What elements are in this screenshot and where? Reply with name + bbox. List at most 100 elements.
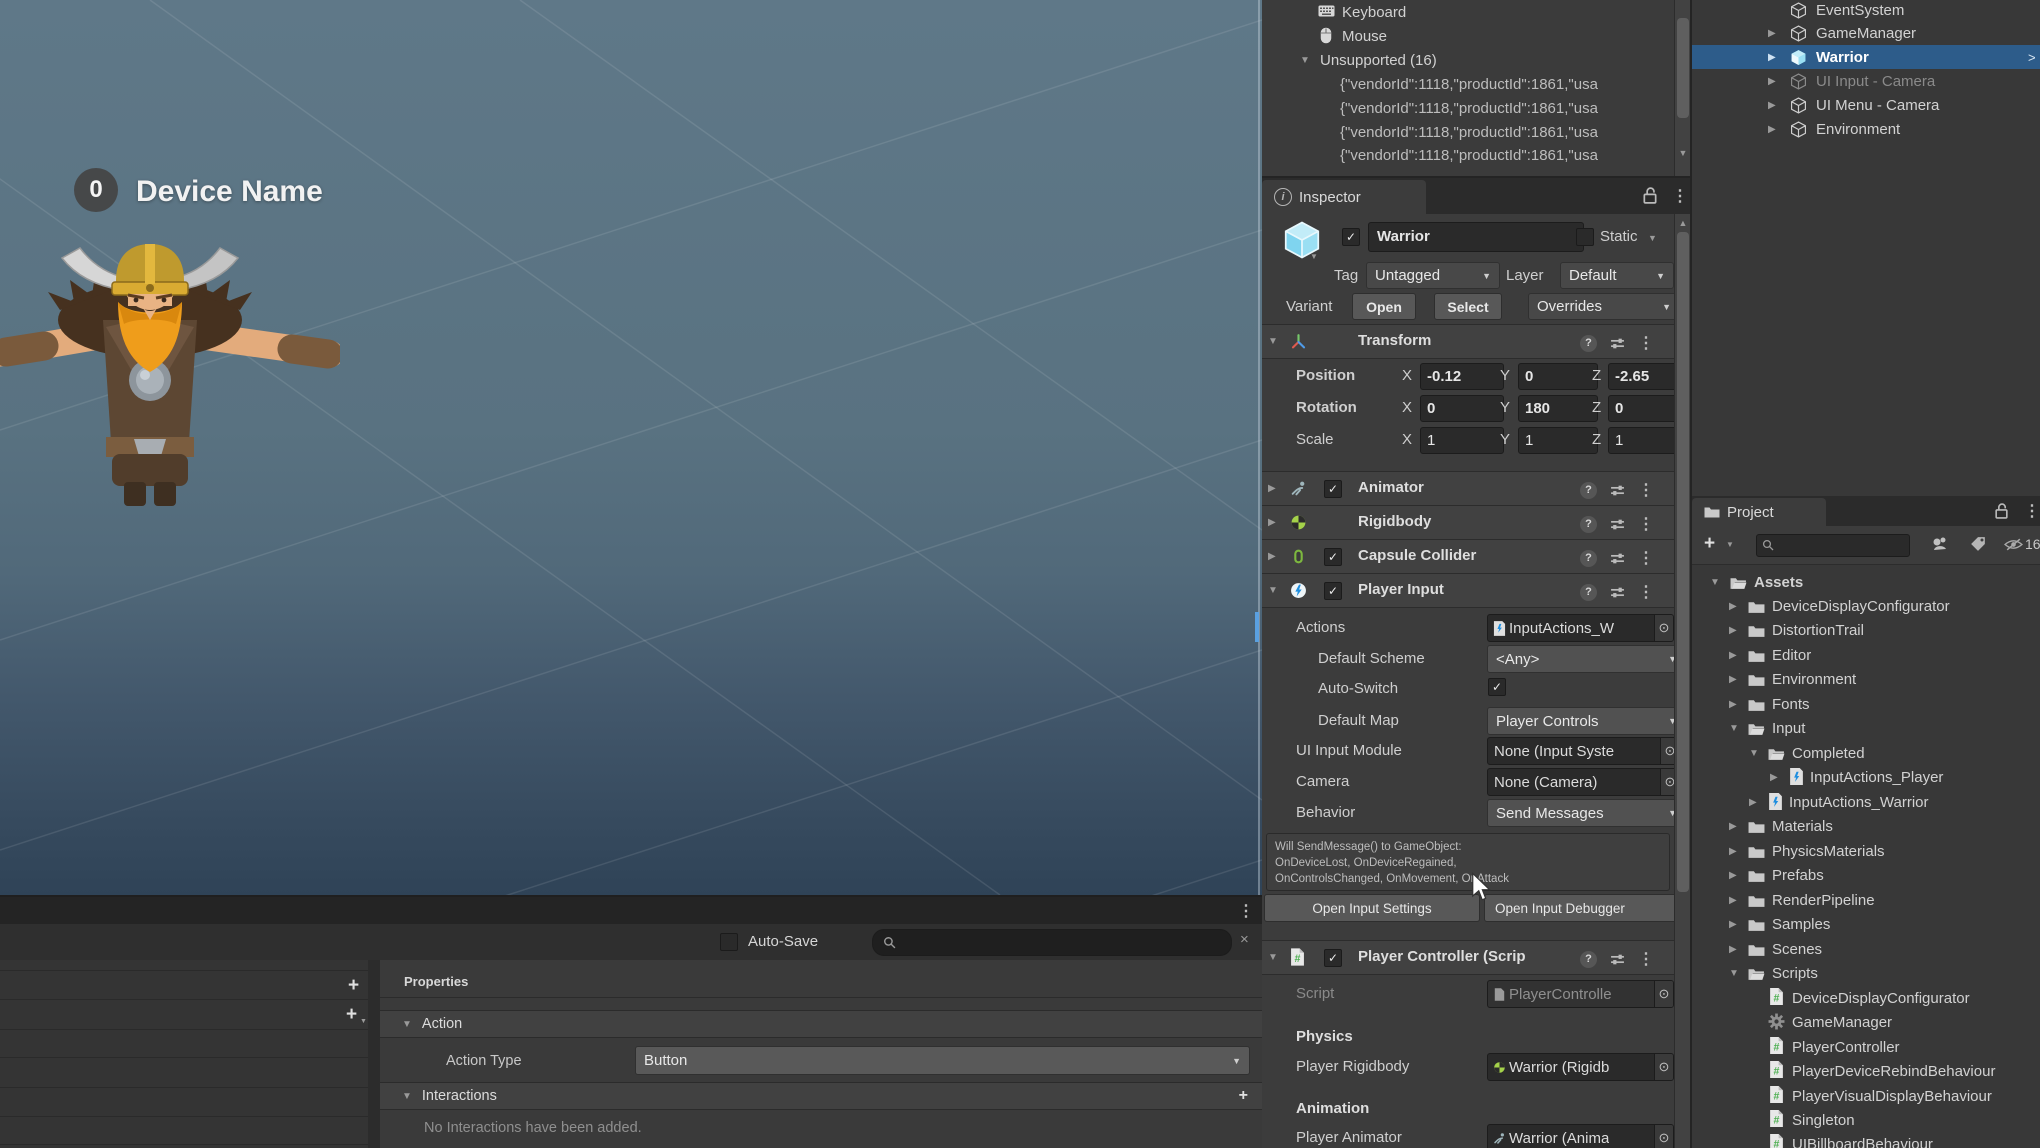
prefab-dropdown-icon[interactable]: ▼	[1310, 252, 1318, 261]
foldout-open-icon[interactable]: ▼	[1710, 577, 1720, 588]
default-map-dropdown[interactable]: Player Controls ▼	[1487, 707, 1686, 735]
hierarchy-item-gamemanager[interactable]: ▶ GameManager	[1692, 21, 2040, 45]
device-row-keyboard[interactable]: Keyboard	[1262, 0, 1676, 24]
project-folder[interactable]: ▶ DeviceDisplayConfigurator	[1692, 594, 2040, 618]
foldout-open-icon[interactable]: ▼	[1749, 748, 1759, 759]
static-checkbox[interactable]	[1576, 228, 1594, 246]
auto-save-checkbox[interactable]	[720, 933, 738, 951]
object-picker-icon[interactable]: ⊙	[1654, 981, 1673, 1007]
static-dropdown-icon[interactable]: ▼	[1648, 233, 1657, 243]
player-rigidbody-field[interactable]: Warrior (Rigidb ⊙	[1487, 1053, 1674, 1081]
help-icon[interactable]: ?	[1580, 950, 1597, 968]
project-script[interactable]: # PlayerDeviceRebindBehaviour	[1692, 1059, 2040, 1083]
action-maps-column[interactable]: + + ▼	[0, 960, 368, 1148]
foldout-open-icon[interactable]: ▼	[1729, 723, 1739, 734]
add-action-button[interactable]: +	[346, 1005, 357, 1024]
scale-y-field[interactable]: 1	[1518, 427, 1598, 454]
foldout-closed-icon[interactable]: ▶	[1268, 483, 1276, 494]
project-asset-inputactions[interactable]: ▶ InputActions_Warrior	[1692, 790, 2040, 814]
position-y-field[interactable]: 0	[1518, 363, 1598, 390]
foldout-closed-icon[interactable]: ▶	[1729, 650, 1737, 661]
kebab-menu-icon[interactable]: ⋮	[1238, 901, 1254, 921]
project-folder-assets[interactable]: ▼ Assets	[1692, 570, 2040, 594]
kebab-menu-icon[interactable]: ⋮	[1638, 582, 1654, 602]
active-checkbox[interactable]: ✓	[1342, 228, 1360, 246]
animator-header[interactable]: ▶ ✓ Animator ? ⋮	[1262, 471, 1690, 506]
device-row-unsupported[interactable]: ▼ Unsupported (16)	[1262, 48, 1676, 72]
presets-icon[interactable]	[1610, 552, 1625, 565]
hierarchy-item-environment[interactable]: ▶ Environment	[1692, 117, 2040, 141]
device-json-row[interactable]: {"vendorId":1118,"productId":1861,"usa	[1262, 72, 1676, 96]
variant-open-button[interactable]: Open	[1352, 293, 1416, 320]
project-script[interactable]: # DeviceDisplayConfigurator	[1692, 986, 2040, 1010]
kebab-menu-icon[interactable]: ⋮	[1638, 548, 1654, 568]
project-script[interactable]: # PlayerController	[1692, 1035, 2040, 1059]
foldout-open-icon[interactable]: ▼	[1268, 336, 1278, 347]
rigidbody-header[interactable]: ▶ Rigidbody ? ⋮	[1262, 505, 1690, 540]
project-folder-scripts[interactable]: ▼ Scripts	[1692, 961, 2040, 985]
foldout-closed-icon[interactable]: ▶	[1729, 674, 1737, 685]
scroll-down-icon[interactable]: ▼	[1675, 148, 1690, 158]
presets-icon[interactable]	[1610, 337, 1625, 350]
foldout-closed-icon[interactable]: ▶	[1268, 517, 1276, 528]
project-folder[interactable]: ▶ Samples	[1692, 912, 2040, 936]
player-animator-field[interactable]: Warrior (Anima ⊙	[1487, 1124, 1674, 1148]
open-input-settings-button[interactable]: Open Input Settings	[1264, 894, 1480, 922]
presets-icon[interactable]	[1610, 518, 1625, 531]
interactions-section-header[interactable]: ▼ Interactions +	[380, 1082, 1262, 1110]
project-script[interactable]: # PlayerVisualDisplayBehaviour	[1692, 1084, 2040, 1108]
scrollbar-thumb[interactable]	[1677, 18, 1689, 118]
project-folder[interactable]: ▶ Editor	[1692, 643, 2040, 667]
scrollbar-thumb[interactable]	[1677, 232, 1689, 892]
position-x-field[interactable]: -0.12	[1420, 363, 1504, 390]
behavior-dropdown[interactable]: Send Messages ▼	[1487, 799, 1686, 827]
foldout-closed-icon[interactable]: ▶	[1729, 821, 1737, 832]
foldout-closed-icon[interactable]: ▶	[1749, 797, 1757, 808]
scroll-up-icon[interactable]: ▲	[1675, 218, 1690, 228]
foldout-closed-icon[interactable]: ▶	[1729, 944, 1737, 955]
project-folder[interactable]: ▶ Environment	[1692, 667, 2040, 691]
foldout-closed-icon[interactable]: ▶	[1768, 28, 1776, 39]
clear-search-icon[interactable]: ×	[1240, 931, 1249, 948]
lock-icon[interactable]	[1994, 503, 2009, 519]
kebab-menu-icon[interactable]: ⋮	[2024, 501, 2040, 521]
component-checkbox[interactable]: ✓	[1324, 582, 1342, 600]
component-checkbox[interactable]: ✓	[1324, 548, 1342, 566]
foldout-closed-icon[interactable]: ▶	[1729, 919, 1737, 930]
object-picker-icon[interactable]: ⊙	[1654, 615, 1673, 641]
capsule-collider-header[interactable]: ▶ ✓ Capsule Collider ? ⋮	[1262, 539, 1690, 574]
project-folder[interactable]: ▶ Fonts	[1692, 692, 2040, 716]
foldout-closed-icon[interactable]: ▶	[1768, 124, 1776, 135]
player-controller-header[interactable]: ▼ # ✓ Player Controller (Scrip ? ⋮	[1262, 940, 1690, 975]
variant-select-button[interactable]: Select	[1434, 293, 1502, 320]
project-script-gamemanager[interactable]: GameManager	[1692, 1010, 2040, 1034]
project-folder-input[interactable]: ▼ Input	[1692, 716, 2040, 740]
gameobject-name-field[interactable]: Warrior	[1368, 222, 1584, 252]
device-json-row[interactable]: {"vendorId":1118,"productId":1861,"usa	[1262, 143, 1676, 167]
project-folder[interactable]: ▶ Scenes	[1692, 937, 2040, 961]
scene-view[interactable]: 0 Device Name	[0, 0, 1262, 895]
foldout-closed-icon[interactable]: ▶	[1729, 895, 1737, 906]
kebab-menu-icon[interactable]: ⋮	[1638, 514, 1654, 534]
player-input-header[interactable]: ▼ ✓ Player Input ? ⋮	[1262, 573, 1690, 608]
foldout-open-icon[interactable]: ▼	[1300, 55, 1310, 66]
tag-dropdown[interactable]: Untagged ▼	[1366, 262, 1500, 289]
column-divider[interactable]	[368, 960, 380, 1148]
kebab-menu-icon[interactable]: ⋮	[1638, 480, 1654, 500]
add-asset-button[interactable]: +	[1704, 534, 1715, 553]
component-checkbox[interactable]: ✓	[1324, 480, 1342, 498]
foldout-closed-icon[interactable]: ▶	[1729, 625, 1737, 636]
dropdown-icon[interactable]: ▼	[1726, 540, 1734, 549]
action-section-header[interactable]: ▼ Action	[380, 1010, 1262, 1038]
transform-header[interactable]: ▼ Transform ? ⋮	[1262, 324, 1690, 359]
default-scheme-dropdown[interactable]: <Any> ▼	[1487, 645, 1686, 673]
kebab-menu-icon[interactable]: ⋮	[1638, 333, 1654, 353]
foldout-closed-icon[interactable]: ▶	[1729, 699, 1737, 710]
project-folder[interactable]: ▶ RenderPipeline	[1692, 888, 2040, 912]
tab-project[interactable]: Project	[1692, 498, 1826, 526]
project-folder-completed[interactable]: ▼ Completed	[1692, 741, 2040, 765]
open-input-debugger-button[interactable]: Open Input Debugger	[1484, 894, 1690, 922]
foldout-open-icon[interactable]: ▼	[1268, 585, 1278, 596]
foldout-closed-icon[interactable]: ▶	[1729, 601, 1737, 612]
chevron-right-icon[interactable]: >	[2028, 50, 2036, 65]
